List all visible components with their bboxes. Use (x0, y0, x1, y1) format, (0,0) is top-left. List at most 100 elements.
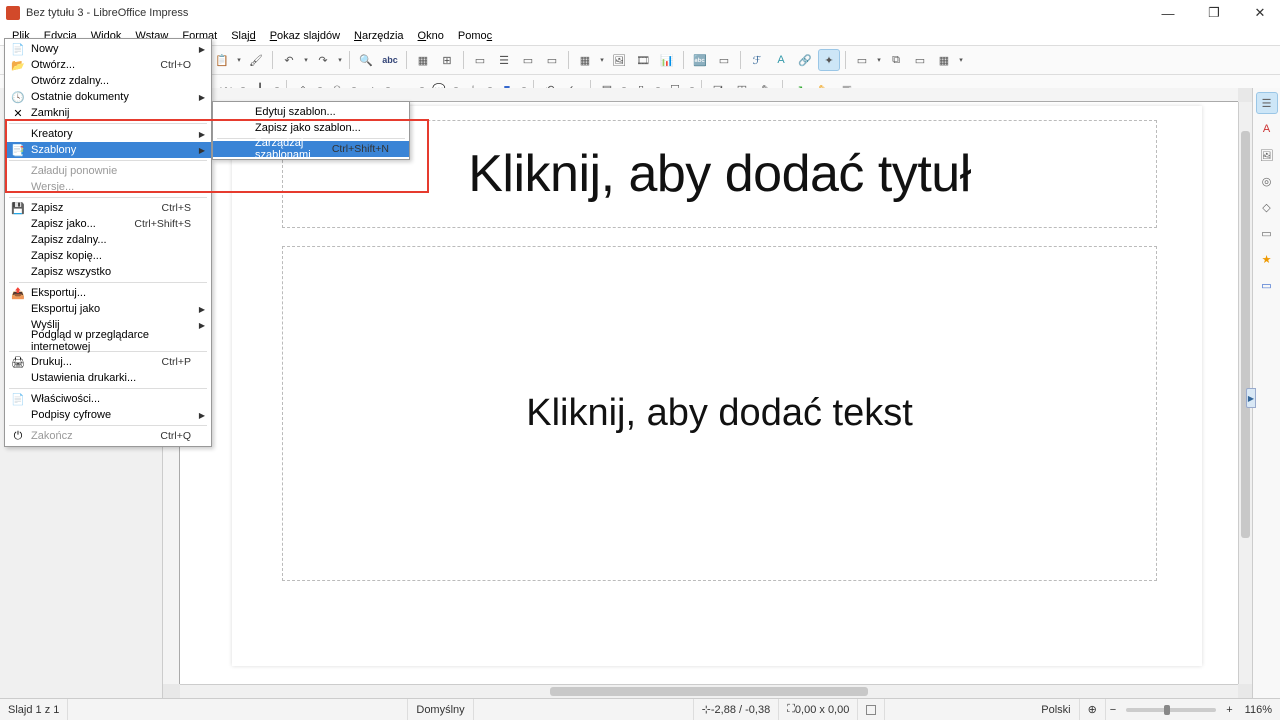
submenu-arrow-icon: ▶ (199, 321, 205, 330)
menu-label: Zapisz (31, 202, 162, 214)
menu-pomoc[interactable]: Pomoc (451, 28, 499, 44)
animation-icon[interactable]: ✦ (818, 49, 840, 71)
file-menu-item-nowy[interactable]: 📄Nowy▶ (5, 41, 211, 57)
file-menu-item-zapisz-kopi-[interactable]: Zapisz kopię... (5, 248, 211, 264)
slide[interactable]: Kliknij, aby dodać tytuł Kliknij, aby do… (232, 106, 1202, 666)
dropdown-icon[interactable]: ▾ (302, 56, 310, 64)
zoom-fit-icon[interactable]: ⊕ (1080, 699, 1106, 720)
fontwork-icon[interactable]: A (770, 49, 792, 71)
grid-icon[interactable]: ▦ (412, 49, 434, 71)
clone-format-icon[interactable]: 🖌 (245, 49, 267, 71)
menu-icon (233, 105, 251, 119)
menu-okno[interactable]: Okno (411, 28, 451, 44)
menu-slajd[interactable]: Slajd (224, 28, 262, 44)
gallery-panel-icon[interactable]: 🖼 (1256, 144, 1278, 166)
templates-item-zapisz-jako-szablon-[interactable]: Zapisz jako szablon... (213, 120, 409, 136)
menu-shortcut: Ctrl+Shift+S (134, 218, 191, 230)
title-placeholder[interactable]: Kliknij, aby dodać tytuł (282, 120, 1157, 228)
file-menu-item-za-aduj-ponownie: Załaduj ponownie (5, 163, 211, 179)
menu-label: Podgląd w przeglądarce internetowej (31, 329, 191, 353)
slide-viewport[interactable]: Kliknij, aby dodać tytuł Kliknij, aby do… (180, 102, 1238, 684)
shapes-panel-icon[interactable]: ◇ (1256, 196, 1278, 218)
sidebar-tabs: ☰ A 🖼 ◎ ◇ ▭ ★ ▭ ▶ (1252, 88, 1280, 698)
minimize-button[interactable]: — (1154, 3, 1182, 23)
special-char-icon[interactable]: ℱ (746, 49, 768, 71)
find-icon[interactable]: 🔍 (355, 49, 377, 71)
dropdown-icon[interactable]: ▾ (957, 56, 965, 64)
file-menu-item-zapisz[interactable]: 💾ZapiszCtrl+S (5, 200, 211, 216)
insert-header-icon[interactable]: ▭ (713, 49, 735, 71)
close-button[interactable]: ✕ (1246, 3, 1274, 23)
menu-label: Szablony (31, 144, 191, 156)
file-menu-item-podpisy-cyfrowe[interactable]: Podpisy cyfrowe▶ (5, 407, 211, 423)
menu-narzedzia[interactable]: Narzędzia (347, 28, 411, 44)
menu-icon (9, 127, 27, 141)
duplicate-slide-icon[interactable]: ⧉ (885, 49, 907, 71)
maximize-button[interactable]: ❐ (1200, 3, 1228, 23)
menu-icon: ⏻ (9, 429, 27, 443)
start-current-icon[interactable]: ▭ (541, 49, 563, 71)
status-zoom[interactable]: 116% (1237, 699, 1280, 720)
redo-icon[interactable]: ↷ (312, 49, 334, 71)
dropdown-icon[interactable]: ▾ (235, 56, 243, 64)
start-show-icon[interactable]: ▭ (517, 49, 539, 71)
new-slide-icon[interactable]: ▭ (851, 49, 873, 71)
file-menu-item-ustawienia-drukarki-[interactable]: Ustawienia drukarki... (5, 370, 211, 386)
menu-icon (9, 74, 27, 88)
canvas-area: Kliknij, aby dodać tytuł Kliknij, aby do… (163, 88, 1252, 698)
delete-slide-icon[interactable]: ▭ (909, 49, 931, 71)
templates-item-zarz-dzaj-szablonami[interactable]: Zarządzaj szablonamiCtrl+Shift+N (213, 141, 409, 157)
slide-transition-icon[interactable]: ▭ (1256, 222, 1278, 244)
animation-panel-icon[interactable]: ★ (1256, 248, 1278, 270)
collapse-sidebar-icon[interactable]: ▶ (1246, 388, 1256, 408)
menu-label: Eksportuj jako (31, 303, 191, 315)
file-menu-item-drukuj-[interactable]: 🖨Drukuj...Ctrl+P (5, 354, 211, 370)
master-slides-icon[interactable]: ▭ (1256, 274, 1278, 296)
file-menu-item-eksportuj-jako[interactable]: Eksportuj jako▶ (5, 301, 211, 317)
scrollbar-horizontal[interactable] (180, 684, 1238, 698)
insert-table-icon[interactable]: ▦ (574, 49, 596, 71)
undo-icon[interactable]: ↶ (278, 49, 300, 71)
snap-icon[interactable]: ⊞ (436, 49, 458, 71)
insert-chart-icon[interactable]: 📊 (656, 49, 678, 71)
menu-pokaz[interactable]: Pokaz slajdów (263, 28, 347, 44)
menu-label: Zarządzaj szablonami (255, 137, 332, 161)
status-coords-value: -2,88 / -0,38 (711, 704, 770, 716)
file-menu-item-otw-rz-zdalny-[interactable]: Otwórz zdalny... (5, 73, 211, 89)
file-menu-item-ostatnie-dokumenty[interactable]: 🕓Ostatnie dokumenty▶ (5, 89, 211, 105)
file-menu-item-zamknij[interactable]: ✕Zamknij (5, 105, 211, 121)
slide-layout-icon[interactable]: ▦ (933, 49, 955, 71)
submenu-arrow-icon: ▶ (199, 93, 205, 102)
properties-panel-icon[interactable]: ☰ (1256, 92, 1278, 114)
insert-av-icon[interactable]: 🎞 (632, 49, 654, 71)
insert-textbox-icon[interactable]: 🔤 (689, 49, 711, 71)
menu-label: Zamknij (31, 107, 191, 119)
menu-icon: 📤 (9, 286, 27, 300)
file-menu-item-w-a-ciwo-ci-[interactable]: 📄Właściwości... (5, 391, 211, 407)
navigator-panel-icon[interactable]: ◎ (1256, 170, 1278, 192)
hyperlink-icon[interactable]: 🔗 (794, 49, 816, 71)
menu-label: Właściwości... (31, 393, 191, 405)
paste-icon[interactable]: 📋 (211, 49, 233, 71)
file-menu-item-eksportuj-[interactable]: 📤Eksportuj... (5, 285, 211, 301)
file-menu-item-kreatory[interactable]: Kreatory▶ (5, 126, 211, 142)
styles-panel-icon[interactable]: A (1256, 118, 1278, 140)
menu-label: Ostatnie dokumenty (31, 91, 191, 103)
view-outline-icon[interactable]: ☰ (493, 49, 515, 71)
view-normal-icon[interactable]: ▭ (469, 49, 491, 71)
file-menu-item-zapisz-wszystko[interactable]: Zapisz wszystko (5, 264, 211, 280)
dropdown-icon[interactable]: ▾ (336, 56, 344, 64)
menu-icon (9, 318, 27, 332)
zoom-slider[interactable] (1126, 708, 1216, 712)
file-menu-item-otw-rz-[interactable]: 📂Otwórz...Ctrl+O (5, 57, 211, 73)
insert-image-icon[interactable]: 🖼 (608, 49, 630, 71)
file-menu-item-szablony[interactable]: 📑Szablony▶ (5, 142, 211, 158)
dropdown-icon[interactable]: ▾ (598, 56, 606, 64)
spellcheck-icon[interactable]: abc (379, 49, 401, 71)
content-placeholder[interactable]: Kliknij, aby dodać tekst (282, 246, 1157, 581)
templates-item-edytuj-szablon-[interactable]: Edytuj szablon... (213, 104, 409, 120)
dropdown-icon[interactable]: ▾ (875, 56, 883, 64)
file-menu-item-podgl-d-w-przegl-darce-internetowej[interactable]: Podgląd w przeglądarce internetowej (5, 333, 211, 349)
file-menu-item-zapisz-jako-[interactable]: Zapisz jako...Ctrl+Shift+S (5, 216, 211, 232)
file-menu-item-zapisz-zdalny-[interactable]: Zapisz zdalny... (5, 232, 211, 248)
